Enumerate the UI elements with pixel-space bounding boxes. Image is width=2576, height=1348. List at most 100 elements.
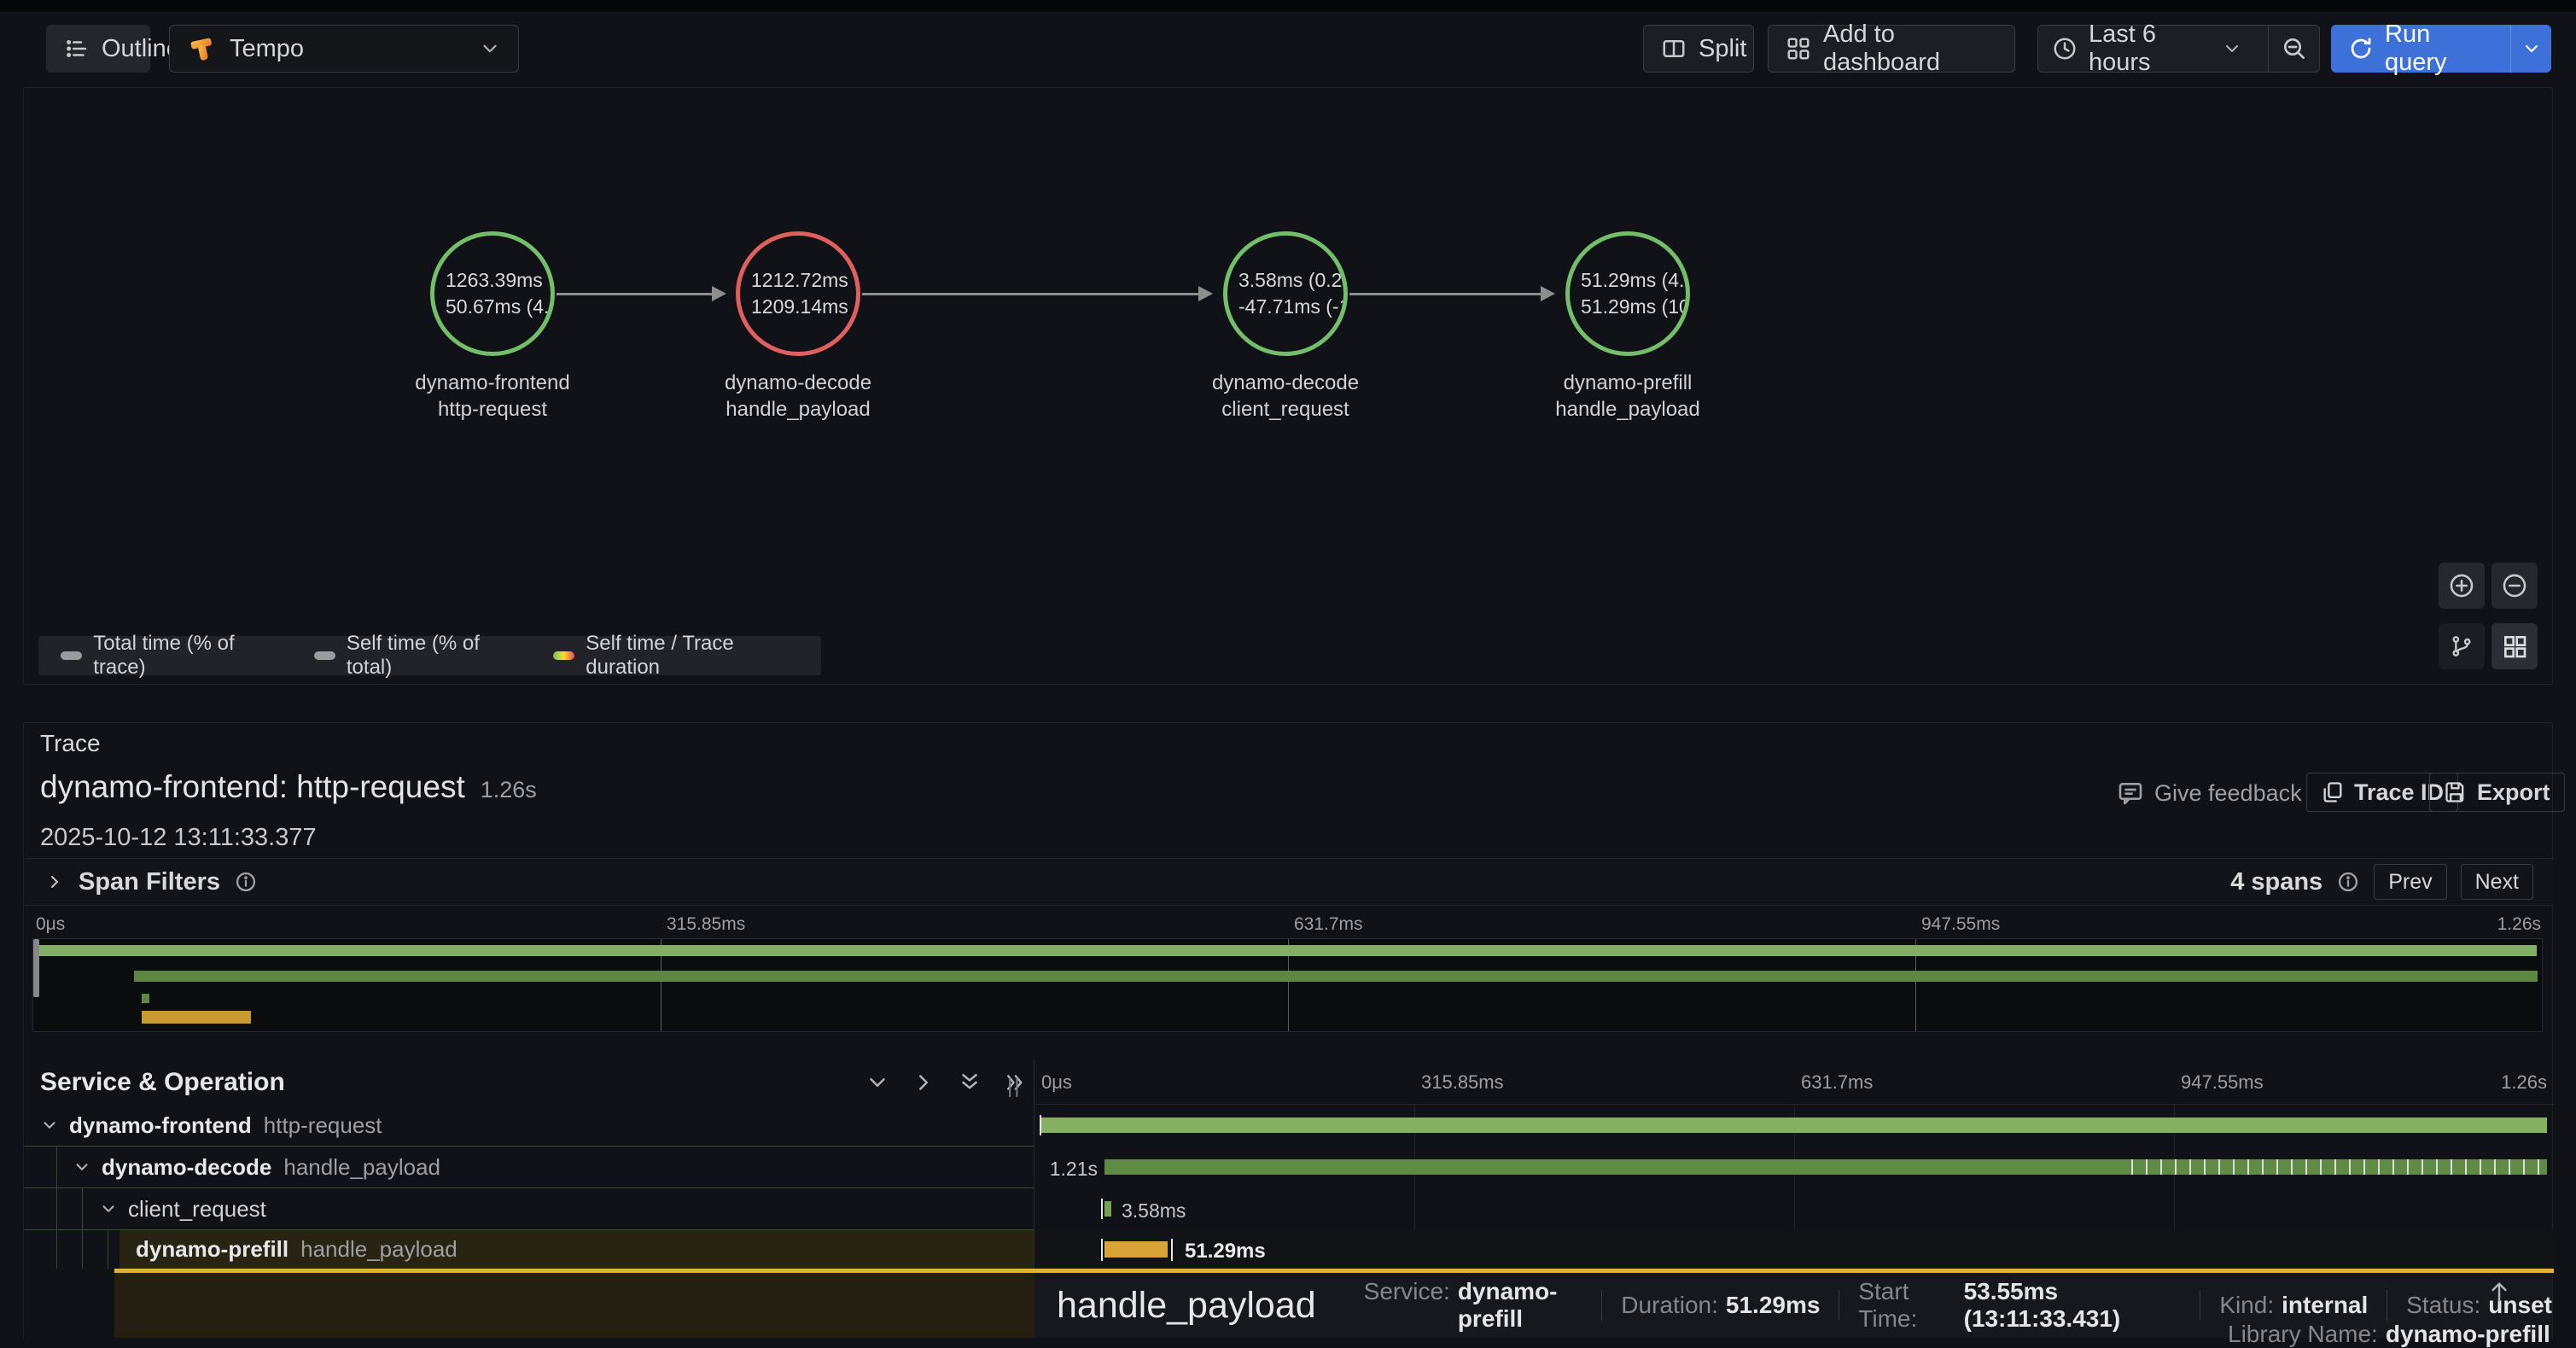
span-name-cell[interactable]: dynamo-frontend http-request bbox=[24, 1105, 1034, 1147]
tempo-logo-icon bbox=[187, 33, 218, 64]
graph-node-client-request[interactable]: 3.58ms (0.2... -47.71ms (-1... bbox=[1223, 231, 1348, 356]
minimap-span-bar bbox=[142, 1011, 251, 1024]
detail-library-name: Library Name:dynamo-prefill bbox=[2228, 1321, 2550, 1348]
tick-label: 315.85ms bbox=[667, 914, 745, 935]
add-to-dashboard-button[interactable]: Add to dashboard bbox=[1768, 25, 2015, 73]
span-nav: 4 spans Prev Next bbox=[2230, 864, 2533, 900]
give-feedback-link[interactable]: Give feedback bbox=[2117, 779, 2302, 807]
span-rows: dynamo-frontend http-request dynamo-deco… bbox=[24, 1105, 2554, 1269]
tick-label: 947.55ms bbox=[1921, 914, 2000, 935]
trace-panel: Trace dynamo-frontend: http-request 1.26… bbox=[23, 722, 2553, 1337]
node-stat-2: 51.29ms (10... bbox=[1581, 294, 1686, 320]
span-operation: http-request bbox=[264, 1112, 382, 1139]
outline-button[interactable]: Outline bbox=[46, 25, 150, 73]
minimap-viewport-handle[interactable] bbox=[33, 939, 39, 997]
collapse-all-icon[interactable] bbox=[957, 1070, 982, 1095]
span-row-prefill-selected: dynamo-prefill handle_payload 51.29ms bbox=[24, 1230, 2554, 1269]
chevron-down-icon[interactable] bbox=[40, 1116, 59, 1135]
graph-node-dynamo-decode[interactable]: 1212.72ms (... 1209.14ms (... bbox=[736, 231, 860, 356]
graph-zoom-out-button[interactable] bbox=[2491, 563, 2538, 609]
export-button[interactable]: Export bbox=[2429, 773, 2565, 812]
legend-self-trace: Self time / Trace duration bbox=[553, 632, 799, 680]
span-end-tick bbox=[1171, 1239, 1173, 1261]
info-circle-icon[interactable] bbox=[234, 870, 258, 894]
chevron-down-icon bbox=[479, 38, 501, 60]
timeline-header-row: Service & Operation || 0μs 315.85ms 631.… bbox=[24, 1059, 2554, 1105]
detail-kind: Kind:internal bbox=[2219, 1292, 2368, 1319]
export-label: Export bbox=[2477, 779, 2550, 806]
chevron-down-icon[interactable] bbox=[73, 1158, 91, 1176]
datasource-picker[interactable]: Tempo bbox=[169, 25, 519, 73]
time-range-group: Last 6 hours bbox=[2037, 25, 2320, 73]
sync-icon bbox=[2348, 36, 2374, 61]
edge-3-arrowhead bbox=[1541, 286, 1555, 301]
span-track bbox=[1034, 1105, 2554, 1147]
expand-one-icon[interactable] bbox=[911, 1070, 936, 1095]
trace-duration: 1.26s bbox=[481, 777, 537, 803]
ruler-tick: 1.26s bbox=[2501, 1071, 2547, 1094]
panel-title: Trace bbox=[40, 730, 101, 757]
span-bar[interactable] bbox=[1041, 1117, 2547, 1133]
add-to-dashboard-label: Add to dashboard bbox=[1823, 20, 1997, 77]
node-label: dynamo-prefillhandle_payload bbox=[1448, 370, 1807, 423]
span-bar[interactable] bbox=[1104, 1241, 1168, 1258]
span-filters-label: Span Filters bbox=[79, 868, 220, 896]
legend-total-time: Total time (% of trace) bbox=[61, 632, 280, 680]
tick-label: 0μs bbox=[36, 914, 65, 935]
minimap-span-bar bbox=[38, 945, 2537, 956]
column-resize-handle[interactable]: || bbox=[1007, 1075, 1021, 1099]
node-label: dynamo-decodeclient_request bbox=[1106, 370, 1465, 423]
clock-icon bbox=[2052, 36, 2078, 61]
span-start-tick bbox=[1101, 1239, 1103, 1261]
next-span-button[interactable]: Next bbox=[2461, 864, 2533, 900]
legend-swatch bbox=[61, 651, 82, 660]
span-name-cell[interactable]: dynamo-decode handle_payload bbox=[24, 1147, 1034, 1188]
span-name-cell[interactable]: dynamo-prefill handle_payload bbox=[24, 1230, 1034, 1269]
graph-node-dynamo-prefill[interactable]: 51.29ms (4.... 51.29ms (10... bbox=[1565, 231, 1690, 356]
legend-self-time: Self time (% of total) bbox=[314, 632, 519, 680]
detail-start-time: Start Time:53.55ms (13:11:33.431) bbox=[1858, 1278, 2181, 1333]
time-zoom-out-button[interactable] bbox=[2268, 26, 2319, 72]
timeline-minimap[interactable] bbox=[32, 938, 2543, 1032]
prev-span-button[interactable]: Prev bbox=[2374, 864, 2446, 900]
span-bar[interactable] bbox=[1104, 1201, 1111, 1217]
trace-name: dynamo-frontend: http-request bbox=[40, 769, 465, 805]
node-stat-1: 1263.39ms (... bbox=[446, 267, 551, 294]
trace-start-timestamp: 2025-10-12 13:11:33.377 bbox=[40, 824, 317, 852]
span-detail-left-fill bbox=[114, 1273, 1034, 1338]
run-query-button[interactable]: Run query bbox=[2331, 25, 2498, 73]
scroll-to-top-arrow[interactable] bbox=[2486, 1278, 2513, 1305]
graph-node-dynamo-frontend[interactable]: 1263.39ms (... 50.67ms (4.... bbox=[430, 231, 555, 356]
node-stat-2: -47.71ms (-1... bbox=[1238, 294, 1343, 320]
span-start-tick bbox=[1101, 1199, 1103, 1219]
edge-2 bbox=[862, 293, 1200, 295]
info-circle-icon[interactable] bbox=[2336, 870, 2360, 894]
minimap-tick-labels: 0μs 315.85ms 631.7ms 947.55ms 1.26s bbox=[32, 914, 2543, 937]
time-range-picker[interactable]: Last 6 hours bbox=[2038, 26, 2256, 72]
minimap-span-bar bbox=[134, 971, 2538, 982]
collapse-one-icon[interactable] bbox=[865, 1070, 890, 1095]
detail-service: Service:dynamo-prefill bbox=[1364, 1278, 1583, 1333]
give-feedback-label: Give feedback bbox=[2154, 780, 2302, 807]
search-minus-icon bbox=[2281, 35, 2308, 62]
node-stat-2: 50.67ms (4.... bbox=[446, 294, 551, 320]
outline-list-icon bbox=[64, 36, 90, 61]
span-filters-toggle[interactable]: Span Filters bbox=[44, 868, 258, 896]
chevron-down-icon[interactable] bbox=[99, 1199, 118, 1218]
span-bar[interactable] bbox=[1104, 1159, 2547, 1175]
span-track: 51.29ms bbox=[1034, 1230, 2554, 1269]
span-row-http-request: dynamo-frontend http-request bbox=[24, 1105, 2554, 1147]
run-query-dropdown[interactable] bbox=[2510, 25, 2551, 73]
tick-label: 631.7ms bbox=[1294, 914, 1363, 935]
graph-zoom-in-button[interactable] bbox=[2439, 563, 2485, 609]
trace-header: dynamo-frontend: http-request 1.26s bbox=[40, 769, 537, 805]
span-service: dynamo-decode bbox=[102, 1154, 271, 1181]
span-name-cell[interactable]: client_request bbox=[24, 1188, 1034, 1230]
time-range-label: Last 6 hours bbox=[2089, 20, 2211, 77]
node-stat-1: 51.29ms (4.... bbox=[1581, 267, 1686, 294]
graph-layout-grid-button[interactable] bbox=[2491, 623, 2538, 669]
graph-layout-branch-button[interactable] bbox=[2439, 623, 2485, 669]
ruler-tick: 947.55ms bbox=[2181, 1071, 2264, 1094]
split-button[interactable]: Split bbox=[1643, 25, 1754, 73]
ruler-tick: 631.7ms bbox=[1801, 1071, 1873, 1094]
